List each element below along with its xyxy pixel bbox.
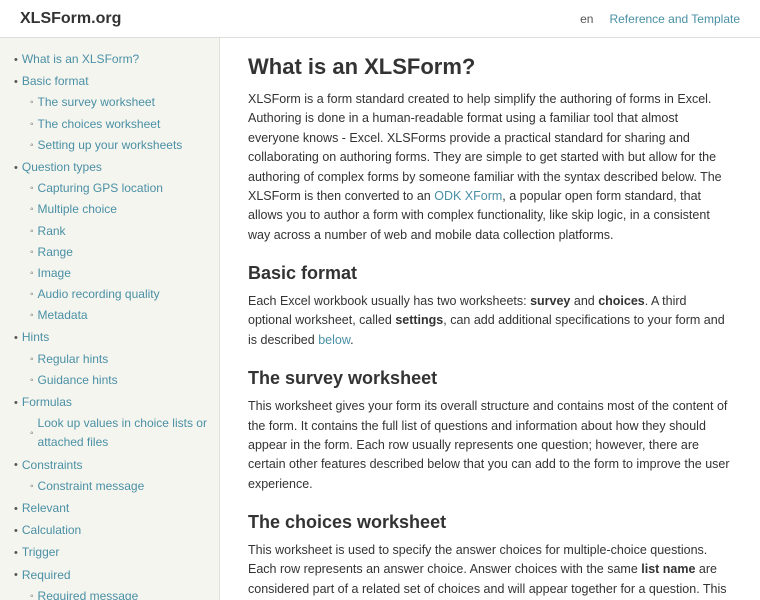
sidebar-sub-link-2-5[interactable]: Audio recording quality [38, 285, 160, 304]
section-basic-format: Basic format [248, 263, 732, 284]
sidebar-nav-list: What is an XLSForm? Basic format The surve… [14, 50, 209, 600]
basic-paragraph: Each Excel workbook usually has two work… [248, 292, 732, 350]
reference-link[interactable]: Reference and Template [609, 12, 740, 26]
sidebar-sub-item: Look up values in choice lists or attach… [30, 414, 209, 452]
sidebar-link-6[interactable]: Relevant [22, 499, 69, 518]
sidebar-sub-item: The choices worksheet [30, 115, 209, 134]
sidebar-link-1[interactable]: Basic format [22, 72, 89, 91]
sidebar-sub-link-3-1[interactable]: Guidance hints [38, 371, 118, 390]
page-layout: What is an XLSForm? Basic format The surve… [0, 38, 760, 600]
sidebar-sub-item: Range [30, 243, 209, 262]
sidebar-sub-link-4-0[interactable]: Look up values in choice lists or attach… [38, 414, 209, 452]
sidebar-item: Calculation [14, 521, 209, 540]
sidebar-item: What is an XLSForm? [14, 50, 209, 69]
sidebar-sub-list: Look up values in choice lists or attach… [14, 414, 209, 452]
sidebar-item: Hints Regular hints Guidance hints [14, 328, 209, 390]
intro-paragraph: XLSForm is a form standard created to he… [248, 90, 732, 245]
sidebar-sub-link-2-3[interactable]: Range [38, 243, 73, 262]
choices-bold: choices [598, 294, 645, 308]
sidebar-sub-list: Regular hints Guidance hints [14, 350, 209, 390]
sidebar-sub-item: Setting up your worksheets [30, 136, 209, 155]
sidebar-sub-list: The survey worksheet The choices workshee… [14, 93, 209, 155]
below-link[interactable]: below [318, 333, 350, 347]
sidebar-sub-item: Guidance hints [30, 371, 209, 390]
listname-bold: list name [641, 562, 695, 576]
sidebar-sub-link-1-1[interactable]: The choices worksheet [38, 115, 161, 134]
sidebar-sub-list: Capturing GPS location Multiple choice Ran… [14, 179, 209, 325]
sidebar-sub-link-1-2[interactable]: Setting up your worksheets [38, 136, 183, 155]
sidebar-item: Basic format The survey worksheet The choi… [14, 72, 209, 155]
sidebar-sub-link-2-0[interactable]: Capturing GPS location [38, 179, 163, 198]
sidebar-link-0[interactable]: What is an XLSForm? [22, 50, 139, 69]
section-choices-worksheet: The choices worksheet [248, 512, 732, 533]
sidebar-sub-link-2-6[interactable]: Metadata [38, 306, 88, 325]
sidebar-sub-list: Required message [14, 587, 209, 600]
sidebar-item: Constraints Constraint message [14, 456, 209, 496]
sidebar-sub-list: Constraint message [14, 477, 209, 496]
odk-xform-link[interactable]: ODK XForm [434, 189, 502, 203]
sidebar-sub-item: Metadata [30, 306, 209, 325]
sidebar-sub-link-9-0[interactable]: Required message [38, 587, 139, 600]
sidebar-link-2[interactable]: Question types [22, 158, 102, 177]
sidebar-link-7[interactable]: Calculation [22, 521, 81, 540]
choices-paragraph: This worksheet is used to specify the an… [248, 541, 732, 600]
sidebar-sub-link-5-0[interactable]: Constraint message [38, 477, 145, 496]
sidebar-item: Required Required message [14, 566, 209, 600]
sidebar-sub-item: Audio recording quality [30, 285, 209, 304]
sidebar-sub-link-2-4[interactable]: Image [38, 264, 71, 283]
sidebar-item: Formulas Look up values in choice lists o… [14, 393, 209, 453]
sidebar-sub-link-3-0[interactable]: Regular hints [38, 350, 109, 369]
sidebar-sub-item: Capturing GPS location [30, 179, 209, 198]
page-title: What is an XLSForm? [248, 54, 732, 80]
sidebar-link-5[interactable]: Constraints [22, 456, 83, 475]
sidebar-sub-item: Required message [30, 587, 209, 600]
section-survey-worksheet: The survey worksheet [248, 368, 732, 389]
sidebar-sub-item: Multiple choice [30, 200, 209, 219]
sidebar-sub-item: Constraint message [30, 477, 209, 496]
sidebar-sub-link-2-2[interactable]: Rank [38, 222, 66, 241]
sidebar-item: Relevant [14, 499, 209, 518]
language-label: en [580, 12, 593, 26]
sidebar: What is an XLSForm? Basic format The surve… [0, 38, 220, 600]
main-content: What is an XLSForm? XLSForm is a form st… [220, 38, 760, 600]
sidebar-sub-item: The survey worksheet [30, 93, 209, 112]
sidebar-sub-item: Rank [30, 222, 209, 241]
survey-bold: survey [530, 294, 570, 308]
sidebar-sub-item: Image [30, 264, 209, 283]
sidebar-sub-link-2-1[interactable]: Multiple choice [38, 200, 117, 219]
settings-bold: settings [395, 313, 443, 327]
sidebar-link-9[interactable]: Required [22, 566, 71, 585]
header: XLSForm.org en Reference and Template [0, 0, 760, 38]
sidebar-item: Question types Capturing GPS location Mult… [14, 158, 209, 326]
survey-paragraph: This worksheet gives your form its overa… [248, 397, 732, 494]
sidebar-link-8[interactable]: Trigger [22, 543, 60, 562]
site-logo: XLSForm.org [20, 10, 121, 28]
sidebar-sub-item: Regular hints [30, 350, 209, 369]
sidebar-link-3[interactable]: Hints [22, 328, 49, 347]
sidebar-sub-link-1-0[interactable]: The survey worksheet [38, 93, 155, 112]
header-nav: en Reference and Template [580, 12, 740, 26]
sidebar-link-4[interactable]: Formulas [22, 393, 72, 412]
sidebar-item: Trigger [14, 543, 209, 562]
